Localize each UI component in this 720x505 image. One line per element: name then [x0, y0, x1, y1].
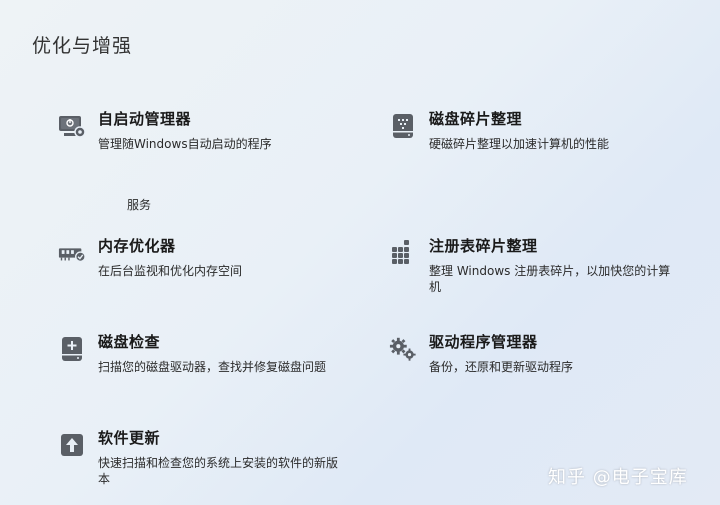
gears-icon [389, 335, 417, 363]
registry-defrag-desc: 整理 Windows 注册表碎片，以加快您的计算机 [429, 264, 671, 294]
disk-defrag-desc: 硬磁碎片整理以加速计算机的性能 [429, 137, 610, 151]
section-title: 优化与增强 [32, 35, 133, 57]
upload-arrow-icon [58, 431, 86, 459]
watermark-text: 知乎 @电子宝库 [548, 467, 688, 488]
software-update-desc: 快速扫描和检查您的系统上安装的软件的新版本 [98, 456, 339, 486]
disk-defrag-title: 磁盘碎片整理 [429, 110, 523, 128]
startup-manager-title: 自启动管理器 [98, 110, 192, 128]
dots-grid-icon [389, 239, 417, 267]
services-subheading: 服务 [127, 198, 152, 212]
disk-check-title: 磁盘检查 [98, 333, 161, 351]
ram-check-icon [58, 239, 86, 267]
monitor-gear-icon [58, 112, 86, 140]
driver-manager-title: 驱动程序管理器 [429, 333, 538, 351]
registry-defrag-title: 注册表碎片整理 [429, 237, 538, 255]
startup-manager-desc: 管理随Windows自动启动的程序 [98, 137, 272, 151]
drive-plus-icon [58, 335, 86, 363]
disk-check-desc: 扫描您的磁盘驱动器，查找并修复磁盘问题 [98, 360, 327, 374]
memory-optimizer-title: 内存优化器 [98, 237, 176, 255]
software-update-title: 软件更新 [98, 429, 161, 447]
driver-manager-desc: 备份，还原和更新驱动程序 [429, 360, 574, 374]
memory-optimizer-desc: 在后台监视和优化内存空间 [98, 264, 243, 278]
drive-defrag-icon [389, 112, 417, 140]
